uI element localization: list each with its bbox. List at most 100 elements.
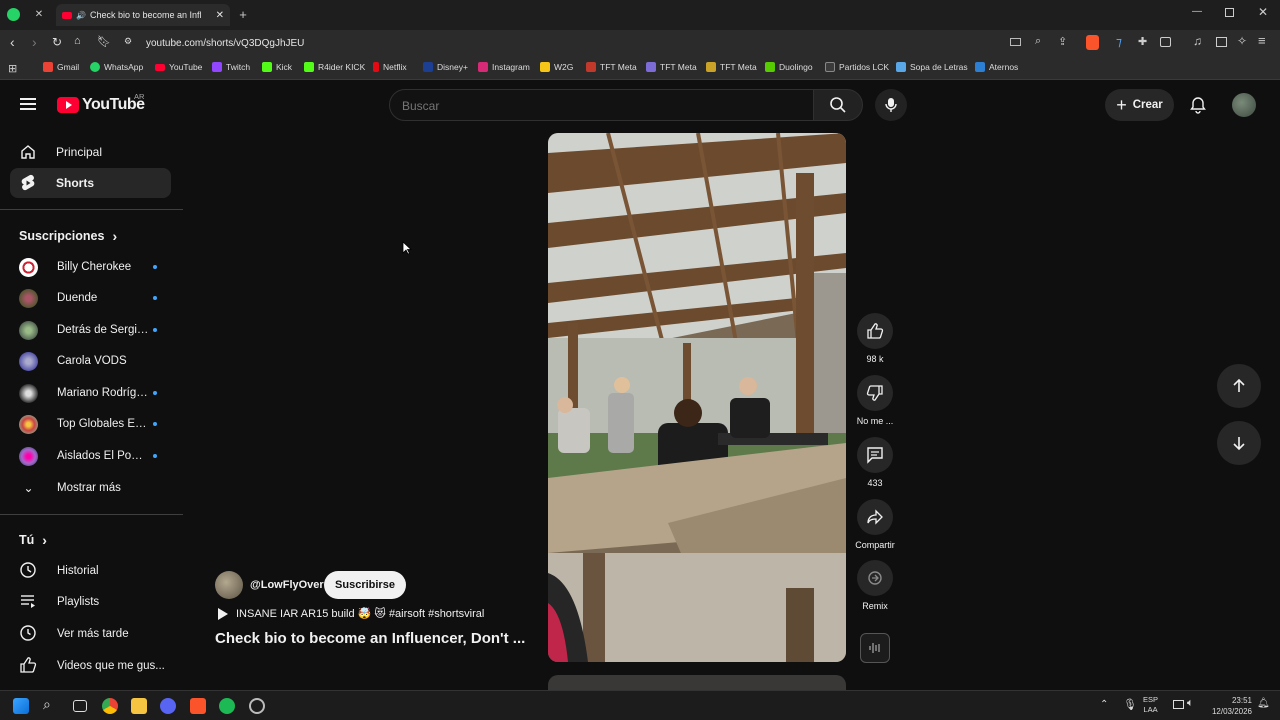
next-short-button[interactable] bbox=[1217, 421, 1261, 465]
spotify-icon[interactable] bbox=[219, 698, 235, 714]
subscription-item[interactable]: Duende bbox=[19, 286, 169, 310]
bookmark-gmail[interactable]: Gmail bbox=[43, 62, 79, 72]
share-button[interactable]: Compartir bbox=[855, 499, 895, 550]
active-tab[interactable]: 🔊 Check bio to become an Influen ✕ bbox=[56, 4, 230, 26]
home-icon[interactable]: ⌂ bbox=[74, 35, 81, 47]
subscription-item[interactable]: Carola VODS bbox=[19, 349, 169, 373]
search-input[interactable] bbox=[402, 99, 782, 113]
bookmark-partidos-lck[interactable]: Partidos LCK bbox=[825, 62, 889, 72]
dislike-button[interactable]: No me ... bbox=[855, 375, 895, 426]
chrome-icon[interactable] bbox=[102, 698, 118, 714]
sound-waveform-button[interactable] bbox=[860, 633, 890, 663]
channel-avatar[interactable] bbox=[215, 571, 243, 599]
sidebar-item-home[interactable]: Principal bbox=[10, 137, 171, 167]
like-button[interactable]: 98 k bbox=[855, 313, 895, 364]
forward-icon[interactable]: › bbox=[32, 34, 37, 50]
youtube-logo[interactable]: YouTube bbox=[57, 96, 145, 114]
bookmark-twitch[interactable]: Twitch bbox=[212, 62, 250, 72]
bookmark-sopa-de-letras[interactable]: Sopa de Letras bbox=[896, 62, 968, 72]
zoom-icon[interactable]: ⌕ bbox=[1035, 35, 1041, 48]
bookmark-disney[interactable]: Disney+ bbox=[423, 62, 468, 72]
task-view-icon[interactable] bbox=[73, 700, 87, 712]
subscription-item[interactable]: Detrás de Sergio ... bbox=[19, 318, 169, 342]
subscription-item[interactable]: Billy Cherokee bbox=[19, 255, 169, 279]
music-line[interactable]: INSANE IAR AR15 build 🤯 😻 #airsoft #shor… bbox=[218, 607, 484, 620]
file-explorer-icon[interactable] bbox=[131, 698, 147, 714]
muted-tab-icon[interactable]: ✕ bbox=[32, 7, 46, 21]
whatsapp-pinned-tab-icon[interactable] bbox=[7, 8, 20, 21]
comments-button[interactable]: 433 bbox=[855, 437, 895, 488]
you-header[interactable]: Tú › bbox=[19, 532, 47, 548]
url-field[interactable]: youtube.com/shorts/vQ3DQgJhJEU bbox=[146, 38, 304, 49]
menu-icon[interactable]: ≡ bbox=[1258, 33, 1266, 48]
wallet-icon[interactable] bbox=[1160, 37, 1171, 47]
reload-icon[interactable]: ↻ bbox=[52, 35, 62, 49]
bookmark-whatsapp[interactable]: WhatsApp bbox=[90, 62, 143, 72]
notifications-bell-icon[interactable] bbox=[1189, 96, 1207, 119]
bookmark-tft-meta-1[interactable]: TFT Meta bbox=[586, 62, 637, 72]
back-icon[interactable]: ‹ bbox=[10, 34, 15, 50]
bookmark-youtube[interactable]: YouTube bbox=[155, 62, 202, 72]
subscription-item[interactable]: Mariano Rodrígu... bbox=[19, 381, 169, 405]
show-more-button[interactable]: ⌄ Mostrar más bbox=[19, 476, 169, 500]
bookmark-w2g[interactable]: W2G bbox=[540, 62, 573, 72]
cast-icon[interactable] bbox=[1010, 38, 1021, 46]
close-tab-icon[interactable]: ✕ bbox=[216, 10, 224, 21]
apps-grid-icon[interactable]: ⊞ bbox=[8, 62, 17, 75]
bookmark-netflix[interactable]: Netflix bbox=[373, 62, 407, 72]
clock[interactable]: 23:51 12/03/2026 bbox=[1208, 695, 1252, 717]
user-avatar[interactable] bbox=[1232, 93, 1256, 117]
hamburger-menu-icon[interactable] bbox=[20, 98, 36, 110]
bookmark-tft-meta-3[interactable]: TFT Meta bbox=[706, 62, 757, 72]
discord-icon[interactable] bbox=[160, 698, 176, 714]
bookmark-instagram[interactable]: Instagram bbox=[478, 62, 530, 72]
brave-icon[interactable] bbox=[190, 698, 206, 714]
site-info-icon[interactable]: ⚙ bbox=[124, 36, 132, 47]
sidebar-item-playlists[interactable]: Playlists bbox=[19, 590, 169, 614]
language-indicator[interactable]: ESP LAA bbox=[1143, 695, 1158, 715]
minimize-window-icon[interactable]: — bbox=[1192, 6, 1202, 17]
tray-chevron-icon[interactable]: ⌃ bbox=[1100, 699, 1108, 710]
bookmark-duolingo[interactable]: Duolingo bbox=[765, 62, 813, 72]
brave-shields-icon[interactable] bbox=[1086, 35, 1099, 50]
notification-bell-icon[interactable]: 🔔︎ bbox=[1257, 698, 1270, 709]
bookmark-aternos[interactable]: Aternos bbox=[975, 62, 1018, 72]
short-video-player[interactable] bbox=[548, 133, 846, 662]
close-window-icon[interactable]: ✕ bbox=[1258, 5, 1268, 19]
remix-button[interactable]: Remix bbox=[855, 560, 895, 611]
extension-icon[interactable]: ⁊ bbox=[1116, 35, 1122, 49]
subscriptions-header[interactable]: Suscripciones › bbox=[19, 228, 117, 244]
channel-handle[interactable]: @LowFlyOver bbox=[250, 579, 324, 591]
network-icon[interactable] bbox=[1173, 700, 1184, 709]
new-tab-icon[interactable]: + bbox=[236, 7, 250, 22]
bookmark-kick[interactable]: Kick bbox=[262, 62, 292, 72]
sidebar-toggle-icon[interactable] bbox=[1216, 37, 1227, 47]
extensions-puzzle-icon[interactable]: ✚ bbox=[1138, 35, 1147, 48]
share-page-icon[interactable]: ⇪ bbox=[1058, 35, 1067, 48]
bookmark-tft-meta-2[interactable]: TFT Meta bbox=[646, 62, 697, 72]
microphone-tray-icon[interactable]: 🎙︎ bbox=[1123, 698, 1137, 711]
sidebar-item-watch-later[interactable]: Ver más tarde bbox=[19, 622, 169, 646]
subscription-item[interactable]: Aislados El Podc... bbox=[19, 444, 169, 468]
sidebar-item-history[interactable]: Historial bbox=[19, 559, 169, 583]
voice-search-button[interactable] bbox=[875, 89, 907, 121]
subscription-item[interactable]: Top Globales Ext... bbox=[19, 412, 169, 436]
volume-icon[interactable]: 🔈︎ bbox=[1187, 697, 1194, 710]
windows-start-icon[interactable] bbox=[13, 698, 29, 714]
search-box[interactable] bbox=[389, 89, 814, 121]
previous-short-button[interactable] bbox=[1217, 364, 1261, 408]
search-icon[interactable]: ⌕ bbox=[43, 696, 59, 712]
media-icon[interactable]: ♫ bbox=[1193, 34, 1202, 48]
bookmark-r4ider-kick[interactable]: R4ider KICK bbox=[304, 62, 365, 72]
app-icon[interactable] bbox=[249, 698, 265, 714]
sidebar-item-shorts[interactable]: Shorts bbox=[10, 168, 171, 198]
maximize-window-icon[interactable] bbox=[1225, 8, 1234, 17]
next-short-preview[interactable] bbox=[548, 675, 846, 690]
sidebar-item-liked-videos[interactable]: Videos que me gus... bbox=[19, 654, 169, 678]
create-button[interactable]: + Crear bbox=[1105, 89, 1174, 121]
bookmark-icon[interactable]: 🔖︎ bbox=[97, 35, 111, 48]
short-title[interactable]: Check bio to become an Influencer, Don't… bbox=[215, 630, 525, 647]
leo-ai-icon[interactable]: ✧ bbox=[1237, 34, 1247, 48]
search-button[interactable] bbox=[813, 89, 863, 121]
subscribe-button[interactable]: Suscribirse bbox=[324, 571, 406, 599]
